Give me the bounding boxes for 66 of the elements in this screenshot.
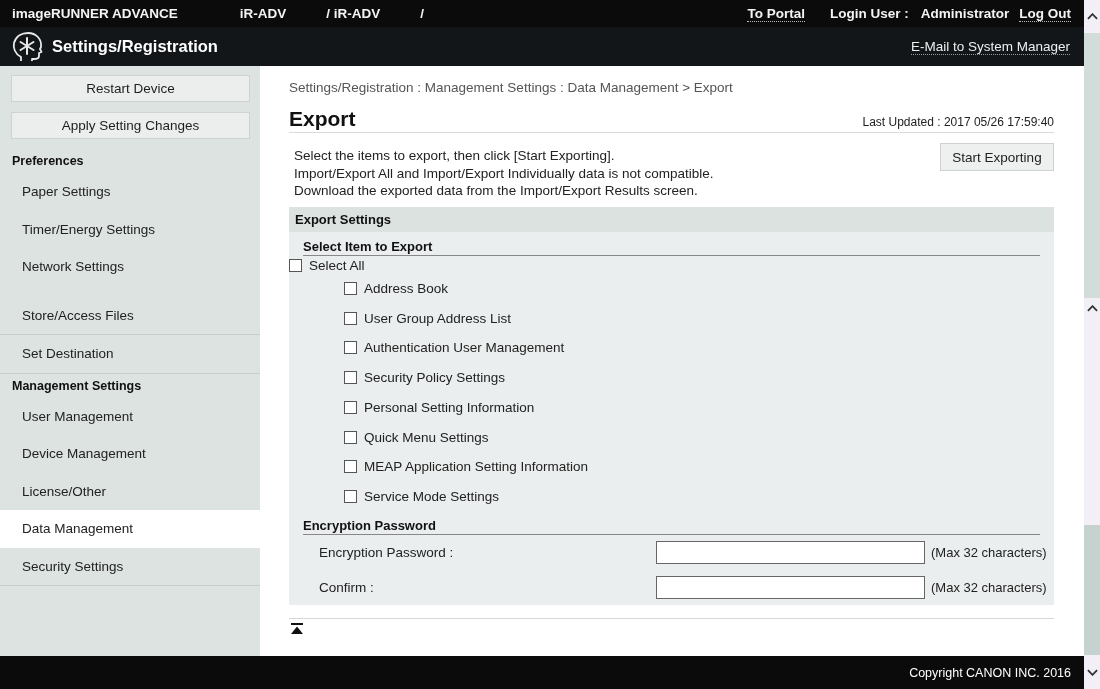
start-exporting-button[interactable]: Start Exporting bbox=[940, 143, 1054, 171]
instruction-text: Select the items to export, then click [Start Exporting]. bbox=[294, 147, 616, 165]
instruction-text: Import/Export All and Import/Export Individually data is not compatible. bbox=[294, 164, 714, 182]
logout-link[interactable]: Log Out bbox=[1019, 5, 1071, 22]
sidebar-item[interactable]: User Management bbox=[0, 397, 260, 435]
sidebar-item[interactable]: Set Destination bbox=[0, 335, 260, 373]
head-asterisk-icon bbox=[12, 31, 43, 62]
login-label: Login User : bbox=[830, 6, 909, 21]
checkbox-label[interactable]: Personal Setting Information bbox=[364, 399, 535, 415]
sidebar-heading: Preferences bbox=[11, 153, 85, 170]
checkbox[interactable] bbox=[344, 311, 357, 325]
input-field[interactable] bbox=[656, 575, 925, 599]
sidebar-item[interactable]: License/Other bbox=[0, 472, 260, 510]
copyright-text: Copyright CANON INC. 2016 bbox=[909, 665, 1071, 680]
page-title: Export bbox=[289, 107, 356, 131]
checkbox-label[interactable]: Authentication User Management bbox=[364, 340, 565, 356]
checkbox[interactable] bbox=[344, 430, 357, 444]
sidebar-button[interactable]: Apply Setting Changes bbox=[11, 112, 250, 139]
field-hint: (Max 32 characters) bbox=[931, 544, 1047, 560]
device-info: iR-ADV bbox=[239, 6, 287, 21]
checkbox[interactable] bbox=[344, 400, 357, 414]
sidebar-item[interactable]: Store/Access Files bbox=[0, 296, 260, 334]
checkbox[interactable] bbox=[344, 460, 357, 474]
last-updated-text: Last Updated : 2017 05/26 17:59:40 bbox=[862, 115, 1054, 129]
sidebar-item[interactable]: Device Management bbox=[0, 435, 260, 473]
app-title: Settings/Registration bbox=[52, 37, 218, 56]
device-info: / iR-ADV bbox=[326, 6, 381, 21]
mail-link[interactable]: E-Mail to System Manager bbox=[910, 38, 1070, 55]
user-name: Administrator bbox=[920, 6, 1010, 21]
scrollbar-thumb[interactable] bbox=[1084, 33, 1100, 298]
scroll-up-icon[interactable] bbox=[1086, 13, 1098, 20]
checkbox[interactable] bbox=[344, 490, 357, 504]
checkbox-label[interactable]: MEAP Application Setting Information bbox=[364, 459, 589, 475]
checkbox-label[interactable]: Security Policy Settings bbox=[364, 370, 506, 386]
device-info: / bbox=[420, 6, 425, 21]
sidebar-item[interactable]: Security Settings bbox=[0, 547, 260, 585]
product-name: imageRUNNER ADVANCE bbox=[12, 6, 178, 21]
field-label: Encryption Password : bbox=[319, 544, 455, 560]
scroll-up-icon[interactable] bbox=[1086, 304, 1098, 312]
checkbox-label[interactable]: Address Book bbox=[364, 280, 449, 296]
checkbox-label[interactable]: Service Mode Settings bbox=[364, 489, 500, 505]
checkbox[interactable] bbox=[344, 371, 357, 385]
sidebar-item[interactable]: Paper Settings bbox=[0, 173, 260, 211]
scrollbar-thumb[interactable] bbox=[1084, 525, 1100, 655]
checkbox-label[interactable]: Select All bbox=[309, 258, 365, 273]
checkbox[interactable] bbox=[344, 281, 357, 295]
field-label: Confirm : bbox=[319, 579, 375, 595]
field-hint: (Max 32 characters) bbox=[931, 579, 1047, 595]
sidebar-button[interactable]: Restart Device bbox=[11, 75, 250, 102]
scroll-down-icon[interactable] bbox=[1086, 668, 1098, 676]
sidebar-heading: Management Settings bbox=[11, 377, 143, 395]
instruction-text: Download the exported data from the Import/Export Results screen. bbox=[294, 182, 699, 200]
breadcrumb: Settings/Registration : Management Settings : Data Management > Export bbox=[289, 80, 734, 96]
sidebar-item[interactable]: Data Management bbox=[0, 510, 260, 548]
top-arrow-icon[interactable] bbox=[291, 622, 303, 634]
checkbox-label[interactable]: User Group Address List bbox=[364, 310, 512, 326]
panel-header: Export Settings bbox=[289, 206, 1054, 232]
checkbox[interactable] bbox=[289, 259, 302, 272]
checkbox-label[interactable]: Quick Menu Settings bbox=[364, 429, 489, 445]
checkbox[interactable] bbox=[344, 341, 357, 355]
section-heading: Select Item to Export bbox=[303, 238, 1040, 256]
input-field[interactable] bbox=[656, 540, 925, 564]
portal-link[interactable]: To Portal bbox=[747, 5, 805, 22]
section-heading: Encryption Password bbox=[303, 517, 1040, 535]
sidebar-item[interactable]: Network Settings bbox=[0, 248, 260, 286]
sidebar-item[interactable]: Timer/Energy Settings bbox=[0, 210, 260, 248]
